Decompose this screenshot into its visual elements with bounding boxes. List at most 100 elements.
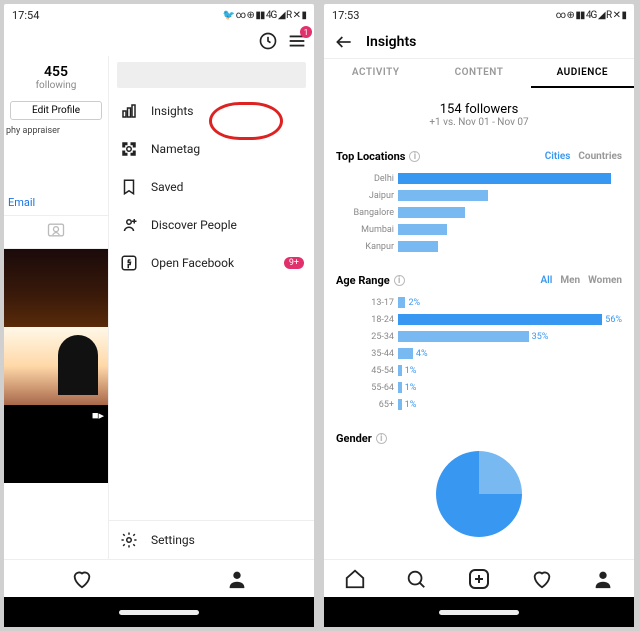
status-icons: 🐦 ∞ ⊕ ▮▮ 4G ◢ R ✕ ▮ bbox=[223, 10, 306, 21]
bar-label: 65+ bbox=[336, 400, 394, 410]
bar-row: 18-2456% bbox=[336, 312, 622, 327]
bar-label: Mumbai bbox=[336, 225, 394, 235]
bar-label: 55-64 bbox=[336, 383, 394, 393]
menu-item-nametag[interactable]: Nametag bbox=[109, 130, 314, 168]
insights-icon bbox=[119, 102, 139, 120]
info-icon[interactable]: i bbox=[394, 275, 405, 286]
bar-value: 1% bbox=[405, 400, 417, 410]
right-phone: 17:53 ∞ ⊕ ▮▮ 4G ◢ R ✕ ▮ Insights ACTIVIT… bbox=[324, 4, 634, 627]
saved-icon bbox=[119, 178, 139, 196]
bar-value: 56% bbox=[605, 315, 622, 325]
search-icon[interactable] bbox=[405, 568, 427, 590]
bar-fill bbox=[398, 173, 611, 184]
post-thumb-2[interactable] bbox=[4, 327, 108, 405]
tab-content[interactable]: CONTENT bbox=[427, 59, 530, 88]
tab-audience[interactable]: AUDIENCE bbox=[531, 59, 634, 88]
bar-label: 45-54 bbox=[336, 366, 394, 376]
bar-fill bbox=[398, 382, 402, 393]
profile-top-bar: 1 bbox=[4, 26, 314, 56]
filter-women[interactable]: Women bbox=[588, 275, 622, 286]
menu-badge: 1 bbox=[300, 26, 312, 38]
bar-fill bbox=[398, 399, 402, 410]
add-post-icon[interactable] bbox=[467, 567, 491, 591]
status-time: 17:54 bbox=[12, 9, 39, 22]
bar-value: 2% bbox=[408, 298, 420, 308]
back-icon[interactable] bbox=[334, 32, 354, 52]
status-bar: 17:54 🐦 ∞ ⊕ ▮▮ 4G ◢ R ✕ ▮ bbox=[4, 4, 314, 26]
section-title: Top Locations bbox=[336, 150, 405, 163]
bar-fill bbox=[398, 241, 438, 252]
filter-countries[interactable]: Countries bbox=[578, 151, 622, 162]
following-label: following bbox=[4, 80, 108, 91]
home-pill[interactable] bbox=[119, 610, 199, 615]
bar-value: 1% bbox=[405, 383, 417, 393]
bar-label: Delhi bbox=[336, 174, 394, 184]
email-button[interactable]: Email bbox=[4, 190, 108, 215]
age-range-chart: 13-172%18-2456%25-3435%35-444%45-541%55-… bbox=[336, 287, 622, 416]
bar-fill bbox=[398, 207, 465, 218]
heart-icon[interactable] bbox=[531, 568, 553, 590]
bar-fill bbox=[398, 348, 413, 359]
facebook-badge: 9+ bbox=[284, 257, 304, 269]
profile-icon[interactable] bbox=[226, 568, 248, 590]
status-bar: 17:53 ∞ ⊕ ▮▮ 4G ◢ R ✕ ▮ bbox=[324, 4, 634, 26]
bar-fill bbox=[398, 224, 447, 235]
heart-icon[interactable] bbox=[71, 568, 93, 590]
section-title: Gender bbox=[336, 432, 372, 445]
android-nav bbox=[324, 597, 634, 627]
menu-username[interactable] bbox=[117, 62, 306, 88]
bar-row: 55-64 1% bbox=[336, 380, 622, 395]
bar-row: 35-444% bbox=[336, 346, 622, 361]
bar-label: 35-44 bbox=[336, 349, 394, 359]
followers-count: 154 followers bbox=[324, 102, 634, 117]
post-thumb-3[interactable]: ■▸ bbox=[4, 405, 108, 483]
video-icon: ■▸ bbox=[92, 409, 104, 422]
activity-icon[interactable] bbox=[258, 31, 278, 51]
followers-summary: 154 followers +1 vs. Nov 01 - Nov 07 bbox=[324, 88, 634, 142]
home-pill[interactable] bbox=[439, 610, 519, 615]
tab-activity[interactable]: ACTIVITY bbox=[324, 59, 427, 88]
bar-fill bbox=[398, 365, 402, 376]
filter-men[interactable]: Men bbox=[560, 275, 580, 286]
menu-icon[interactable]: 1 bbox=[286, 30, 308, 52]
bar-value: 1% bbox=[405, 366, 417, 376]
filter-cities[interactable]: Cities bbox=[545, 151, 571, 162]
bar-label: Jaipur bbox=[336, 191, 394, 201]
edit-profile-button[interactable]: Edit Profile bbox=[10, 101, 102, 120]
menu-item-discover[interactable]: Discover People bbox=[109, 206, 314, 244]
menu-item-saved[interactable]: Saved bbox=[109, 168, 314, 206]
bar-row: 13-172% bbox=[336, 295, 622, 310]
android-nav bbox=[4, 597, 314, 627]
menu-label: Nametag bbox=[151, 142, 200, 156]
bar-row: 45-54 1% bbox=[336, 363, 622, 378]
top-locations-section: Top Locations i Cities Countries Delhi Ja… bbox=[324, 142, 634, 266]
bar-fill bbox=[398, 314, 602, 325]
bar-fill bbox=[398, 297, 405, 308]
info-icon[interactable]: i bbox=[409, 151, 420, 162]
profile-bio: phy appraiser bbox=[4, 122, 108, 140]
bar-label: Kanpur bbox=[336, 242, 394, 252]
bar-row: Mumbai bbox=[336, 222, 622, 237]
tagged-tab-icon[interactable] bbox=[4, 215, 108, 249]
post-thumb-1[interactable] bbox=[4, 249, 108, 327]
info-icon[interactable]: i bbox=[376, 433, 387, 444]
profile-icon[interactable] bbox=[592, 568, 614, 590]
menu-label: Open Facebook bbox=[151, 256, 234, 270]
bar-row: 25-34 35% bbox=[336, 329, 622, 344]
menu-item-insights[interactable]: Insights bbox=[109, 92, 314, 130]
bar-row: Delhi bbox=[336, 171, 622, 186]
filter-all[interactable]: All bbox=[540, 275, 552, 286]
bar-label: 25-34 bbox=[336, 332, 394, 342]
home-icon[interactable] bbox=[344, 568, 366, 590]
following-stat[interactable]: 455 following bbox=[4, 56, 108, 99]
insights-tabs: ACTIVITY CONTENT AUDIENCE bbox=[324, 59, 634, 88]
bar-value: 35% bbox=[532, 332, 549, 342]
menu-item-settings[interactable]: Settings bbox=[109, 520, 314, 559]
age-range-section: Age Range i All Men Women 13-172%18-2456… bbox=[324, 266, 634, 424]
bar-row: Bangalore bbox=[336, 205, 622, 220]
insights-header: Insights bbox=[324, 26, 634, 59]
menu-item-open-facebook[interactable]: Open Facebook 9+ bbox=[109, 244, 314, 282]
menu-label: Settings bbox=[151, 533, 195, 547]
nametag-icon bbox=[119, 140, 139, 158]
bar-label: Bangalore bbox=[336, 208, 394, 218]
